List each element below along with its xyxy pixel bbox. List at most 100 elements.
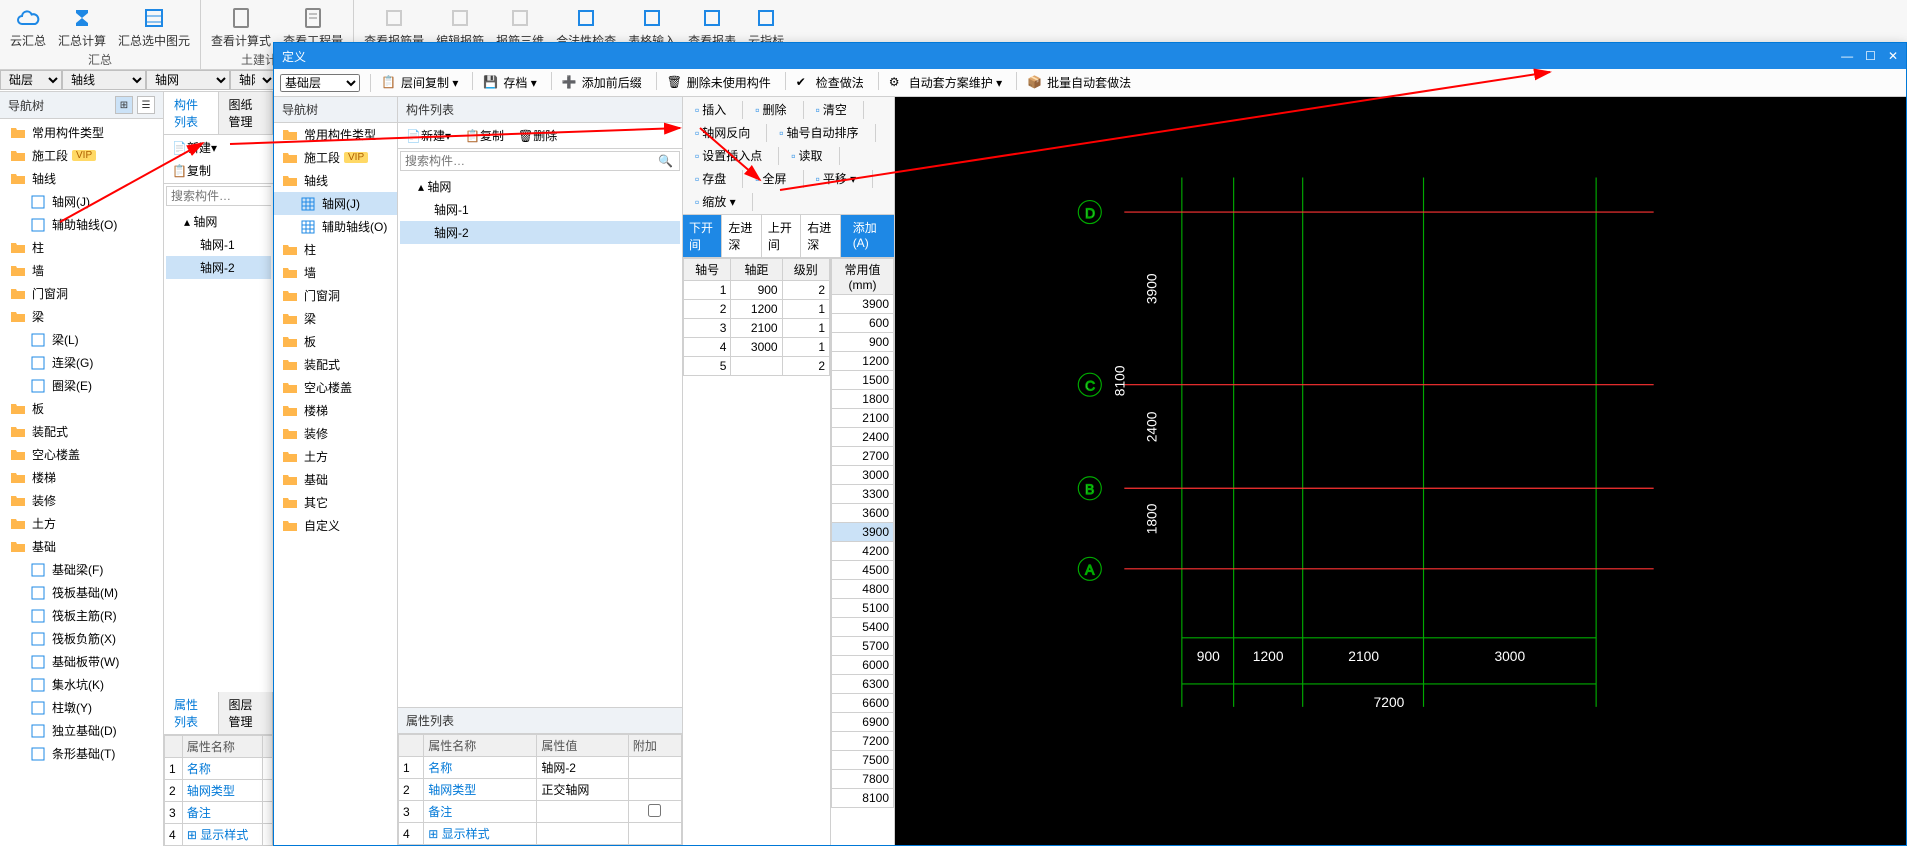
dlg-toolbar-btn[interactable]: ⚙自动套方案维护 ▾ (883, 72, 1008, 93)
nav-item[interactable]: 梁 (0, 305, 163, 328)
nav-item[interactable]: 独立基础(D) (0, 719, 163, 742)
dlg-nav-item[interactable]: 板 (274, 330, 397, 353)
common-value[interactable]: 900 (832, 333, 894, 352)
canvas-tool-btn[interactable]: ▫删除 (749, 99, 792, 120)
common-value[interactable]: 4500 (832, 561, 894, 580)
canvas-tool-btn[interactable]: ▫读取 (785, 145, 828, 166)
dlg-tree-item[interactable]: 轴网-2 (400, 221, 680, 244)
common-value[interactable]: 2100 (832, 409, 894, 428)
copy-button[interactable]: 📋复制 (166, 160, 217, 181)
level-select[interactable]: 础层 (0, 70, 62, 90)
canvas-tool-btn[interactable]: ▫平移 ▾ (810, 168, 863, 189)
dlg-nav-item[interactable]: 轴线 (274, 169, 397, 192)
axis-row[interactable]: 430001 (684, 338, 830, 357)
dlg-nav-item[interactable]: 装修 (274, 422, 397, 445)
canvas-tool-btn[interactable]: ▫轴网反向 (689, 122, 756, 143)
common-value[interactable]: 1500 (832, 371, 894, 390)
common-value[interactable]: 1200 (832, 352, 894, 371)
dlg-nav-item[interactable]: 施工段VIP (274, 146, 397, 169)
canvas-tool-btn[interactable]: ▫轴号自动排序 (773, 122, 864, 143)
dlg-nav-item[interactable]: 土方 (274, 445, 397, 468)
nav-item[interactable]: 连梁(G) (0, 351, 163, 374)
dlg-nav-item[interactable]: 基础 (274, 468, 397, 491)
common-value[interactable]: 6300 (832, 675, 894, 694)
common-values-table[interactable]: 常用值(mm) 60090012001500180021002400270030… (831, 258, 894, 808)
common-value[interactable]: 4200 (832, 542, 894, 561)
nav-item[interactable]: 筏板主筋(R) (0, 604, 163, 627)
common-value[interactable]: 7200 (832, 732, 894, 751)
type-select[interactable]: 轴网 (146, 70, 230, 90)
dlg-delete-button[interactable]: 🗑删除 (512, 125, 563, 146)
canvas-tool-btn[interactable]: ▫存盘 (689, 168, 732, 189)
nav-item[interactable]: 柱 (0, 236, 163, 259)
nav-item[interactable]: 基础板带(W) (0, 650, 163, 673)
common-value[interactable]: 5700 (832, 637, 894, 656)
dlg-toolbar-btn[interactable]: 🗑删除未使用构件 (661, 72, 777, 93)
tab-layers[interactable]: 图层管理 (219, 692, 274, 734)
common-value[interactable]: 8100 (832, 789, 894, 808)
new-button[interactable]: 📄新建▾ (166, 137, 223, 158)
dlg-toolbar-btn[interactable]: 📦批量自动套做法 (1021, 72, 1137, 93)
common-value[interactable]: 6900 (832, 713, 894, 732)
maximize-icon[interactable]: ☐ (1865, 49, 1876, 63)
dialog-level-select[interactable]: 基础层 (280, 74, 360, 92)
dlg-tree-item[interactable]: ▴ 轴网 (400, 175, 680, 198)
nav-item[interactable]: 墙 (0, 259, 163, 282)
canvas-tool-btn[interactable]: ▫设置插入点 (689, 145, 768, 166)
dlg-nav-item[interactable]: 柱 (274, 238, 397, 261)
axis-row[interactable]: 19002 (684, 281, 830, 300)
dlg-search-input[interactable] (401, 152, 652, 170)
common-value[interactable]: 4800 (832, 580, 894, 599)
common-value[interactable]: 7500 (832, 751, 894, 770)
canvas-tool-btn[interactable]: ▫缩放 ▾ (689, 191, 742, 212)
nav-item[interactable]: 施工段VIP (0, 144, 163, 167)
nav-item[interactable]: 条形基础(T) (0, 742, 163, 765)
axis-tab-left[interactable]: 左进深 (722, 215, 761, 257)
dlg-nav-item[interactable]: 梁 (274, 307, 397, 330)
nav-item[interactable]: 筏板负筋(X) (0, 627, 163, 650)
common-value[interactable]: 600 (832, 314, 894, 333)
nav-item[interactable]: 板 (0, 397, 163, 420)
nav-item[interactable]: 空心楼盖 (0, 443, 163, 466)
nav-item[interactable]: 门窗洞 (0, 282, 163, 305)
dlg-nav-item[interactable]: 自定义 (274, 514, 397, 537)
nav-item[interactable]: 基础梁(F) (0, 558, 163, 581)
canvas-tool-btn[interactable]: ▫全屏 (749, 168, 792, 189)
search-icon[interactable]: 🔍 (652, 152, 679, 170)
canvas-tool-btn[interactable]: ▫清空 (810, 99, 853, 120)
nav-item[interactable]: 梁(L) (0, 328, 163, 351)
add-button[interactable]: 添加(A) (841, 215, 894, 257)
dlg-nav-item[interactable]: 装配式 (274, 353, 397, 376)
axis-tab-top[interactable]: 上开间 (762, 215, 801, 257)
common-value[interactable]: 1800 (832, 390, 894, 409)
tab-components[interactable]: 构件列表 (164, 92, 219, 134)
prop-checkbox[interactable] (648, 804, 661, 817)
dlg-nav-subitem[interactable]: 轴网(J) (274, 192, 397, 215)
nav-item[interactable]: 装修 (0, 489, 163, 512)
common-value[interactable]: 2700 (832, 447, 894, 466)
tree-item[interactable]: ▴ 轴网 (166, 210, 271, 233)
dlg-toolbar-btn[interactable]: 📋层间复制 ▾ (375, 72, 464, 93)
close-icon[interactable]: ✕ (1888, 49, 1898, 63)
dlg-toolbar-btn[interactable]: ➕添加前后缀 (556, 72, 648, 93)
ribbon-btn-sumsel[interactable]: 汇总选中图元 (116, 4, 192, 51)
category-select[interactable]: 轴线 (62, 70, 146, 90)
dlg-nav-item[interactable]: 楼梯 (274, 399, 397, 422)
tree-item[interactable]: 轴网-2 (166, 256, 271, 279)
common-value[interactable]: 5100 (832, 599, 894, 618)
dlg-nav-subitem[interactable]: 辅助轴线(O) (274, 215, 397, 238)
dlg-copy-button[interactable]: 📋复制 (459, 125, 510, 146)
nav-item[interactable]: 装配式 (0, 420, 163, 443)
grid-canvas[interactable]: D C B A 3900 2400 1800 8100 900 1200 210… (895, 97, 1906, 845)
minimize-icon[interactable]: — (1841, 49, 1853, 63)
axis-row[interactable]: 212001 (684, 300, 830, 319)
dlg-toolbar-btn[interactable]: ✔检查做法 (790, 72, 870, 93)
tab-props[interactable]: 属性列表 (164, 692, 219, 734)
nav-item[interactable]: 楼梯 (0, 466, 163, 489)
nav-item[interactable]: 筏板基础(M) (0, 581, 163, 604)
common-value[interactable]: 3300 (832, 485, 894, 504)
ribbon-btn-cloud-sum[interactable]: 云汇总 (8, 4, 48, 51)
nav-item[interactable]: 基础 (0, 535, 163, 558)
common-value-input[interactable] (836, 297, 889, 311)
grid-view-icon[interactable]: ⊞ (115, 96, 133, 114)
